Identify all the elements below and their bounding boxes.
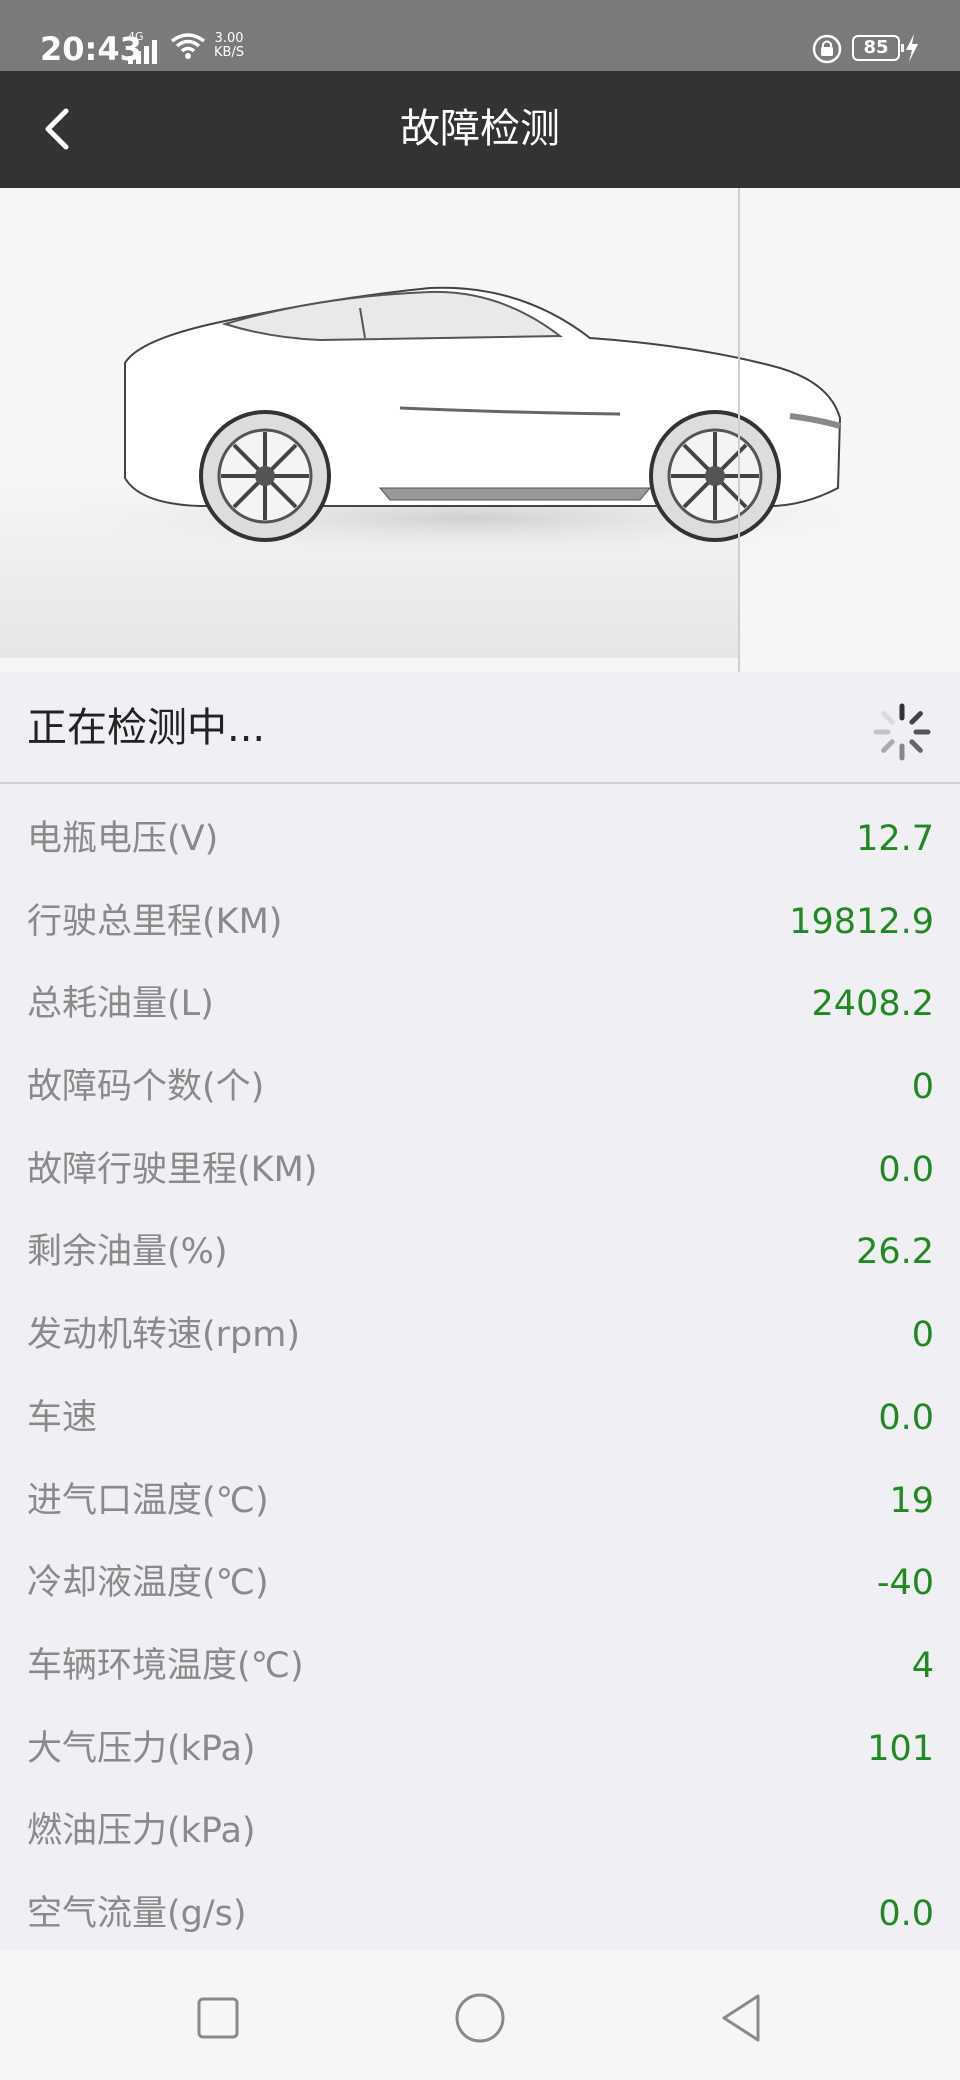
metric-value: 101 — [867, 1728, 934, 1769]
metric-label: 发动机转速(rpm) — [27, 1315, 301, 1356]
metric-value: 0 — [911, 1067, 934, 1108]
loading-spinner-icon — [873, 703, 931, 761]
metric-row-atmospheric-pressure: 大气压力(kPa) 101 — [0, 1708, 960, 1791]
back-button[interactable] — [30, 99, 90, 159]
metric-label: 空气流量(g/s) — [27, 1893, 247, 1934]
metric-value: 2408.2 — [811, 984, 934, 1025]
metric-value: -40 — [876, 1563, 934, 1604]
metric-label: 进气口温度(℃) — [27, 1480, 269, 1521]
metric-value: 0.0 — [878, 1149, 934, 1190]
metric-value: 19 — [889, 1480, 934, 1521]
status-bar: 20:43 4G 3.00 KB/S 85 — [0, 0, 960, 71]
metric-label: 总耗油量(L) — [27, 984, 214, 1025]
metrics-list: 电瓶电压(V) 12.7 行驶总里程(KM) 19812.9 总耗油量(L) 2… — [0, 798, 960, 1956]
metric-row-battery-voltage: 电瓶电压(V) 12.7 — [0, 798, 960, 881]
chevron-left-icon — [45, 108, 69, 150]
metric-row-fault-code-count: 故障码个数(个) 0 — [0, 1046, 960, 1129]
home-icon — [455, 1993, 505, 2043]
lock-icon — [812, 34, 842, 64]
metric-row-remaining-fuel: 剩余油量(%) 26.2 — [0, 1211, 960, 1294]
detection-status-text: 正在检测中... — [27, 705, 266, 751]
metric-label: 燃油压力(kPa) — [27, 1811, 256, 1852]
metric-label: 行驶总里程(KM) — [27, 901, 283, 942]
metric-row-ambient-temp: 车辆环境温度(℃) 4 — [0, 1625, 960, 1708]
metric-row-total-fuel: 总耗油量(L) 2408.2 — [0, 963, 960, 1046]
metric-label: 剩余油量(%) — [27, 1232, 228, 1273]
metric-label: 电瓶电压(V) — [27, 819, 219, 859]
detection-status-row: 正在检测中... — [0, 672, 960, 784]
metric-label: 故障行驶里程(KM) — [27, 1149, 318, 1190]
metric-label: 车辆环境温度(℃) — [27, 1645, 304, 1686]
battery-icon: 85 — [852, 35, 904, 61]
recent-apps-icon — [197, 1997, 239, 2039]
home-button[interactable] — [450, 1988, 510, 2048]
speed-value: 3.00 — [214, 31, 244, 46]
metric-row-coolant-temp: 冷却液温度(℃) -40 — [0, 1542, 960, 1625]
metric-row-fault-mileage: 故障行驶里程(KM) 0.0 — [0, 1129, 960, 1212]
status-time: 20:43 — [40, 30, 142, 68]
metric-value: 19812.9 — [789, 901, 934, 942]
charging-icon — [906, 34, 918, 62]
app-header: 故障检测 — [0, 71, 960, 188]
metric-value: 0 — [911, 1315, 934, 1356]
metric-row-air-flow: 空气流量(g/s) 0.0 — [0, 1873, 960, 1956]
signal-icon: 4G — [128, 30, 162, 64]
back-triangle-icon — [722, 1994, 760, 2042]
metric-value: 0.0 — [878, 1397, 934, 1438]
nav-back-button[interactable] — [712, 1988, 772, 2048]
sports-car-sketch — [0, 188, 960, 672]
car-hero-image — [0, 188, 960, 672]
metric-value: 12.7 — [856, 819, 934, 859]
metric-label: 冷却液温度(℃) — [27, 1563, 269, 1604]
metric-value: 26.2 — [856, 1232, 934, 1273]
metric-label: 车速 — [27, 1397, 98, 1438]
recent-apps-button[interactable] — [188, 1988, 248, 2048]
metric-row-total-mileage: 行驶总里程(KM) 19812.9 — [0, 881, 960, 964]
metric-value: 0.0 — [878, 1893, 934, 1934]
metric-label: 故障码个数(个) — [27, 1067, 265, 1108]
metric-row-fuel-pressure: 燃油压力(kPa) — [0, 1790, 960, 1873]
metric-label: 大气压力(kPa) — [27, 1728, 256, 1769]
wifi-icon — [170, 33, 206, 59]
speed-unit: KB/S — [214, 45, 245, 60]
network-type: 4G — [128, 30, 144, 43]
page-title: 故障检测 — [400, 106, 560, 152]
network-speed: 3.00 KB/S — [214, 32, 244, 60]
metric-row-intake-temp: 进气口温度(℃) 19 — [0, 1460, 960, 1543]
metric-row-vehicle-speed: 车速 0.0 — [0, 1377, 960, 1460]
metric-value: 4 — [911, 1645, 934, 1686]
metric-row-engine-rpm: 发动机转速(rpm) 0 — [0, 1294, 960, 1377]
system-nav-bar — [0, 1950, 960, 2080]
